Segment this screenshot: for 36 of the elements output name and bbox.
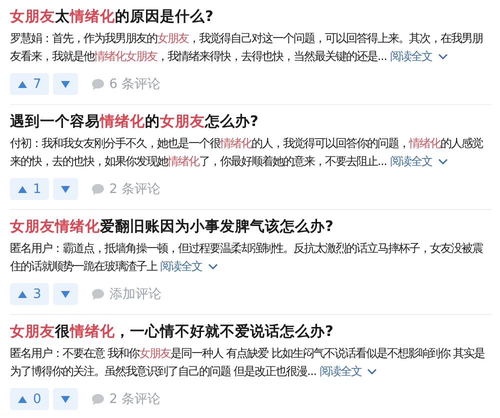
triangle-up-icon (18, 186, 27, 192)
upvote-button[interactable]: 7 (10, 73, 50, 95)
speech-bubble-icon (92, 78, 104, 90)
question-title[interactable]: 女朋友太情绪化的原因是什么? (10, 7, 492, 27)
answer-excerpt: 匿名用户：霸道点，抵墙角操一顿，但过程要温柔却强制性。反抗太激烈的话立马摔杯子，女友没被震住的话就顺势一跪在玻璃渣子上 阅读全文 (10, 240, 484, 275)
downvote-button[interactable] (53, 283, 78, 305)
triangle-up-icon (18, 290, 27, 298)
triangle-down-icon (61, 290, 70, 298)
speech-bubble-icon (92, 288, 104, 300)
chevron-down-icon[interactable] (438, 158, 448, 166)
upvote-button[interactable]: 1 (10, 178, 50, 200)
read-more-link[interactable]: 阅读全文 (390, 154, 432, 168)
question-title[interactable]: 女朋友情绪化爱翻旧账因为小事发脾气该怎么办? (10, 217, 492, 237)
read-more-link[interactable]: 阅读全文 (390, 49, 432, 63)
chevron-down-icon[interactable] (208, 263, 218, 270)
upvote-button[interactable]: 0 (10, 388, 50, 410)
triangle-down-icon (61, 186, 70, 192)
triangle-down-icon (61, 80, 70, 88)
answer-excerpt: 付初：我和我女友刚分手不久，她也是一个很情绪化的人，我觉得可以回答你的问题，情绪化的人感觉来的快，去的也快，如果你发现她情绪化了，你最好顺着她的意来，不要去阻止... 阅读全文 (10, 135, 484, 170)
chevron-down-icon[interactable] (367, 368, 378, 376)
speech-bubble-icon (92, 394, 104, 404)
answer-excerpt: 罗慧娟：首先，作为我男朋友的女朋友，我觉得自己对这一个问题，可以回答得上来。其次，在我男朋友看来，我就是他情绪化女朋友，我情绪来得快，去得也快，当然最关键的还是... 阅读全文 (10, 30, 484, 65)
triangle-up-icon (18, 80, 27, 88)
downvote-button[interactable] (53, 388, 78, 410)
chevron-down-icon[interactable] (438, 53, 448, 60)
answer-excerpt: 匿名用户：不要在意 我和你女朋友是同一种人 有点缺爱 比如生闷气不说话看似是不想影响到你 其实是为了博得你的关注。虽然我意识到了自己的问题 但是改正也很漫... 阅读全文 (10, 345, 486, 380)
question-title[interactable]: 女朋友很情绪化，一心情不好就不爱说话怎么办? (10, 322, 492, 342)
question-title[interactable]: 遇到一个容易情绪化的女朋友怎么办? (10, 112, 492, 132)
triangle-down-icon (61, 396, 70, 402)
triangle-up-icon (18, 396, 27, 402)
read-more-link[interactable]: 阅读全文 (319, 364, 362, 378)
upvote-button[interactable]: 3 (10, 283, 50, 305)
read-more-link[interactable]: 阅读全文 (160, 259, 202, 273)
speech-bubble-icon (92, 184, 104, 194)
downvote-button[interactable] (53, 178, 78, 200)
downvote-button[interactable] (53, 73, 78, 95)
